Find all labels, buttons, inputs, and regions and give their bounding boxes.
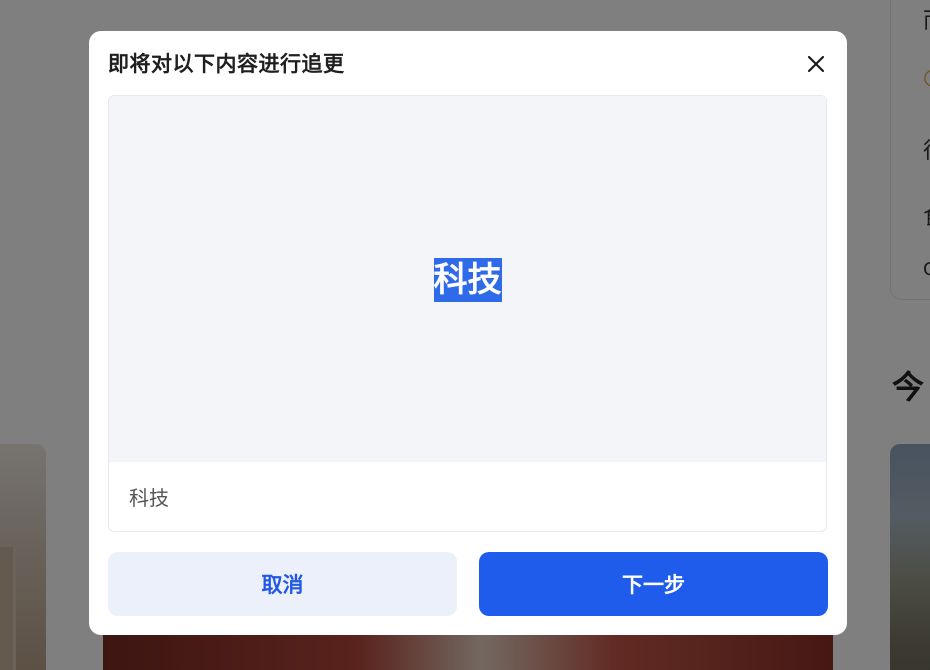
content-card: 科技 科技: [108, 95, 827, 532]
next-step-button[interactable]: 下一步: [479, 552, 828, 616]
content-preview: 科技: [109, 96, 826, 462]
close-button[interactable]: [803, 51, 829, 77]
dialog-title: 即将对以下内容进行追更: [108, 52, 345, 76]
content-caption: 科技: [129, 486, 169, 510]
close-icon: [807, 55, 825, 73]
cancel-button[interactable]: 取消: [108, 552, 457, 616]
follow-dialog: 即将对以下内容进行追更 科技 科技 取消 下一步: [89, 31, 847, 635]
preview-tag: 科技: [433, 257, 502, 302]
